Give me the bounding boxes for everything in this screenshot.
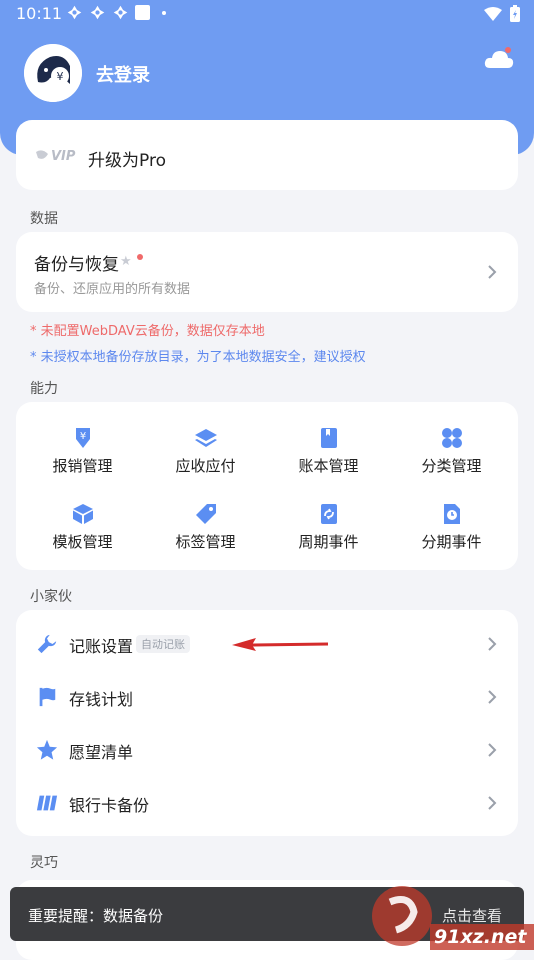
toast-message: 重要提醒：数据备份 (28, 907, 164, 925)
star-outline-icon: ★ (120, 254, 132, 269)
backup-restore-subtitle: 备份、还原应用的所有数据 (34, 282, 191, 297)
status-time: 10:11 (16, 4, 63, 23)
book-icon (320, 428, 337, 448)
cube-icon (72, 504, 93, 524)
chevron-right-icon (488, 796, 497, 810)
section-label-lingqiao: 灵巧 (30, 855, 58, 871)
flag-icon (39, 687, 56, 707)
backup-restore-title: 备份与恢复 (34, 255, 119, 275)
cloud-sync-icon[interactable] (484, 46, 514, 72)
list-item-label: 存钱计划 (69, 690, 134, 709)
ability-periodic[interactable]: 周期事件 (266, 502, 391, 562)
watermark-text: 91xz.net (434, 926, 527, 948)
notification-square-icon (135, 5, 150, 20)
ability-label: 分期事件 (421, 533, 482, 551)
annotation-arrow-icon (232, 638, 329, 651)
chevron-right-icon (488, 743, 497, 757)
login-link[interactable]: 去登录 (96, 61, 150, 87)
list-item-label: 愿望清单 (69, 743, 134, 762)
section-label-abilities: 能力 (30, 381, 58, 397)
upgrade-pro-card[interactable]: VIP 升级为Pro (16, 120, 518, 190)
ability-label: 分类管理 (421, 457, 482, 475)
chevron-right-icon (488, 265, 497, 279)
clock-doc-icon (443, 504, 460, 524)
bank-card-icon (36, 795, 58, 811)
cycle-doc-icon (320, 504, 337, 524)
ability-ledger[interactable]: 账本管理 (266, 426, 391, 486)
list-item-wishlist[interactable]: 愿望清单 (16, 724, 518, 776)
status-system-icons (484, 5, 520, 22)
authorize-warning[interactable]: * 未授权本地备份存放目录，为了本地数据安全，建议授权 (30, 346, 366, 365)
notification-pinwheel-icon (90, 5, 105, 20)
battery-icon (510, 5, 520, 22)
upgrade-pro-label: 升级为Pro (88, 151, 166, 171)
abilities-grid-card: ¥ 报销管理 应收应付 账本管理 分类管理 模板管理 标签管理 周期事件 分期事… (16, 402, 518, 570)
list-item-label: 银行卡备份 (69, 796, 150, 815)
bird-logo-icon: ¥ (24, 44, 82, 102)
ability-label: 应收应付 (175, 457, 236, 475)
ability-label: 账本管理 (298, 457, 359, 475)
auto-accounting-badge: 自动记账 (136, 635, 190, 653)
ability-label: 报销管理 (52, 457, 113, 475)
section-label-data: 数据 (30, 211, 58, 227)
ability-category[interactable]: 分类管理 (389, 426, 514, 486)
ability-tags[interactable]: 标签管理 (143, 502, 268, 562)
wifi-icon (484, 6, 502, 21)
category-grid-icon (441, 428, 462, 448)
webdav-warning[interactable]: * 未配置WebDAV云备份，数据仅存本地 (30, 320, 265, 339)
notification-pinwheel-icon (113, 5, 128, 20)
chevron-right-icon (488, 690, 497, 704)
list-item-savings-plan[interactable]: 存钱计划 (16, 671, 518, 723)
ability-receivables[interactable]: 应收应付 (143, 426, 268, 486)
layers-icon (194, 429, 217, 447)
backup-restore-card[interactable]: 备份与恢复 ★ 备份、还原应用的所有数据 (16, 232, 518, 312)
ability-template[interactable]: 模板管理 (20, 502, 145, 562)
section-label-helpers: 小家伙 (30, 589, 72, 605)
notification-dot-icon (162, 10, 166, 15)
list-item-label: 记账设置 (69, 637, 134, 656)
svg-text:¥: ¥ (57, 70, 64, 83)
ability-reimburse[interactable]: ¥ 报销管理 (20, 426, 145, 486)
ability-label: 模板管理 (52, 533, 113, 551)
ability-label: 标签管理 (175, 533, 236, 551)
status-notification-icons (66, 4, 166, 21)
svg-text:¥: ¥ (79, 431, 85, 442)
status-bar: 10:11 (0, 0, 534, 28)
vip-badge-text: VIP (51, 149, 76, 164)
reimburse-icon: ¥ (75, 428, 90, 448)
avatar[interactable]: ¥ (24, 44, 82, 102)
ability-label: 周期事件 (298, 533, 359, 551)
ability-installment[interactable]: 分期事件 (389, 502, 514, 562)
notification-pinwheel-icon (67, 5, 82, 20)
chevron-right-icon (488, 637, 497, 651)
vip-badge-icon: VIP (36, 149, 76, 164)
list-item-bank-card-backup[interactable]: 银行卡备份 (16, 777, 518, 829)
new-dot-badge (137, 254, 143, 260)
wrench-icon (37, 634, 57, 654)
star-icon (36, 739, 58, 760)
tag-icon (195, 504, 216, 524)
